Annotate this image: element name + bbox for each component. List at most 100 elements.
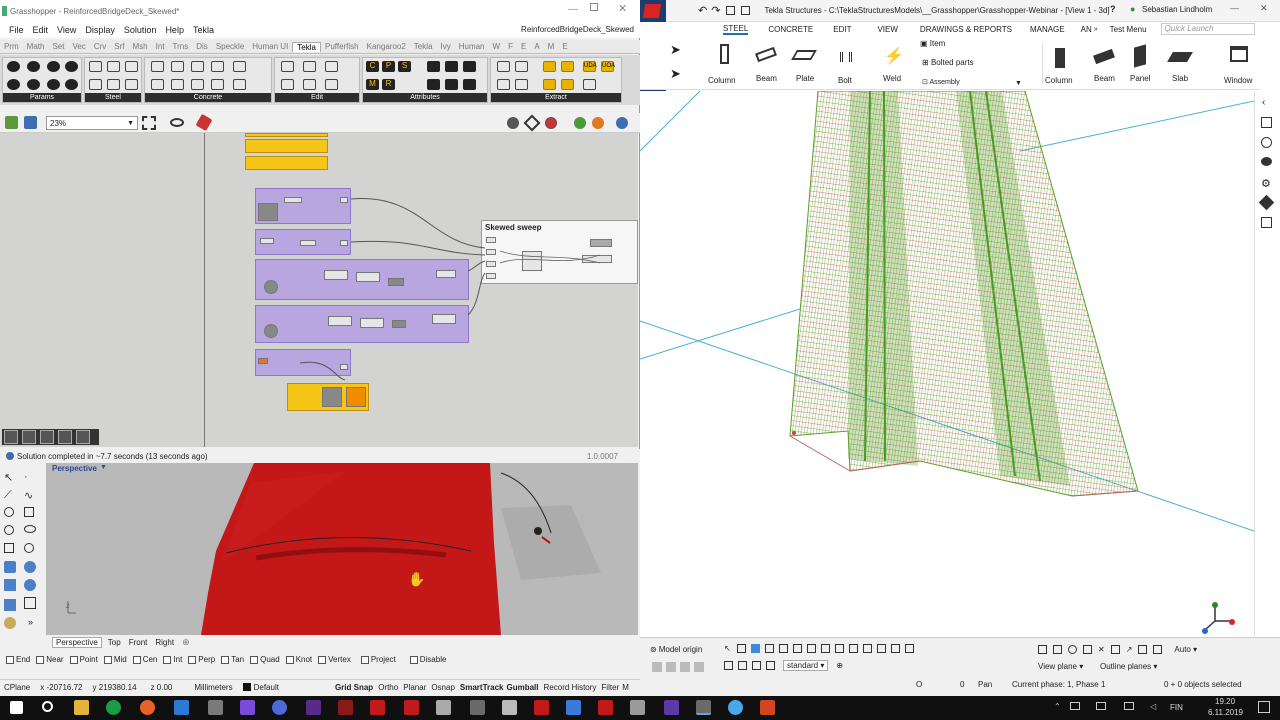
tab-human-ui[interactable]: Human UI xyxy=(248,42,292,51)
help-icon[interactable]: ? xyxy=(1110,4,1116,14)
gear-icon[interactable] xyxy=(561,61,574,72)
zoom-dropdown[interactable]: 23% ▼ xyxy=(46,116,138,130)
toggle-record-history[interactable]: Record History xyxy=(544,683,597,692)
select-switch-icon[interactable] xyxy=(890,643,900,653)
view-tab-top[interactable]: Top xyxy=(108,638,121,647)
solid-sphere-icon[interactable] xyxy=(24,561,36,573)
view-plane-dropdown[interactable]: View plane ▾ xyxy=(1038,662,1083,671)
transform-icon[interactable] xyxy=(4,599,16,611)
select-switch-icon[interactable] xyxy=(764,643,774,653)
concrete-part-icon[interactable] xyxy=(211,79,224,90)
select-switch-icon[interactable] xyxy=(848,643,858,653)
view-tab-front[interactable]: Front xyxy=(129,638,148,647)
snap-switch-icon[interactable] xyxy=(766,660,775,670)
concrete-part-icon[interactable] xyxy=(171,61,184,72)
extract-tool-icon[interactable] xyxy=(543,61,556,72)
cplane-label[interactable]: CPlane xyxy=(4,683,30,692)
grid-icon[interactable] xyxy=(325,79,338,90)
globe-icon[interactable] xyxy=(1261,137,1272,148)
tab-ivy[interactable]: Ivy xyxy=(436,42,454,51)
tab-drawings-reports[interactable]: DRAWINGS & REPORTS xyxy=(920,25,1012,34)
app-icon[interactable] xyxy=(534,700,549,715)
preview-color-icon[interactable] xyxy=(592,117,604,129)
attr-hash-icon[interactable] xyxy=(445,79,458,90)
snap-int[interactable]: Int xyxy=(163,655,182,664)
display-mode-icon[interactable] xyxy=(545,117,557,129)
menu-edit[interactable]: Edit xyxy=(33,25,49,35)
param-icon[interactable] xyxy=(7,79,20,90)
snap-switch-icon[interactable] xyxy=(752,660,761,670)
close-button[interactable]: ✕ xyxy=(1260,3,1268,14)
widget-icon[interactable] xyxy=(58,430,72,444)
steel-beam-icon[interactable] xyxy=(125,61,138,72)
more-tools-icon[interactable]: » xyxy=(28,617,33,627)
snap-vertex[interactable]: Vertex xyxy=(318,655,351,664)
app-icon[interactable] xyxy=(728,700,743,715)
snap-depth-dropdown[interactable]: standard ▾ xyxy=(783,659,829,671)
attr-m-icon[interactable]: M xyxy=(366,79,379,90)
snap-near[interactable]: Near xyxy=(36,655,64,664)
select-switch-icon[interactable] xyxy=(806,643,816,653)
steel-beam-icon[interactable] xyxy=(89,79,102,90)
steel-beam-icon[interactable] xyxy=(125,79,138,90)
windows-start-icon[interactable] xyxy=(10,701,23,714)
properties-icon[interactable] xyxy=(1261,117,1272,128)
tab-set[interactable]: Set xyxy=(48,42,68,51)
bolted-parts-button[interactable]: ⊞ Bolted parts xyxy=(922,58,974,67)
app-icon[interactable] xyxy=(208,700,223,715)
concrete-part-icon[interactable] xyxy=(151,79,164,90)
select-switch-icon[interactable] xyxy=(736,643,746,653)
dimension-icon[interactable] xyxy=(24,597,36,609)
view-tab-right[interactable]: Right xyxy=(155,638,174,647)
select-arrow-icon[interactable]: ➤ xyxy=(670,66,681,82)
app-icon[interactable] xyxy=(306,700,321,715)
tab-e-2[interactable]: E xyxy=(558,42,571,51)
attr-icon[interactable] xyxy=(463,61,476,72)
curve-icon[interactable]: ∿ xyxy=(24,489,33,502)
extract-tool-icon[interactable] xyxy=(543,79,556,90)
tekla-taskbar-icon[interactable] xyxy=(338,700,353,715)
view-switch-icon[interactable]: ✕ xyxy=(1098,645,1105,654)
tab-steel[interactable]: STEEL xyxy=(723,24,749,35)
redo-icon[interactable]: ↷ xyxy=(711,4,720,17)
edit-tool-icon[interactable] xyxy=(325,61,338,72)
clock-time[interactable]: 19.20 xyxy=(1215,697,1235,706)
tool-icon[interactable] xyxy=(666,662,676,672)
param-icon[interactable] xyxy=(47,79,60,90)
select-switch-icon[interactable] xyxy=(862,643,872,653)
snap-point[interactable]: Point xyxy=(69,655,98,664)
minimize-button[interactable]: — xyxy=(1230,3,1239,13)
view-switch-icon[interactable] xyxy=(1053,644,1062,654)
snap-cen[interactable]: Cen xyxy=(132,655,157,664)
preview-shaded-icon[interactable] xyxy=(574,117,586,129)
visual-studio-icon[interactable] xyxy=(240,700,255,715)
select-arrow-icon[interactable]: ↖ xyxy=(4,471,13,484)
param-icon[interactable] xyxy=(65,61,78,72)
view-switch-icon[interactable]: ↗ xyxy=(1126,645,1133,654)
attr-r-icon[interactable]: R xyxy=(382,79,395,90)
snap-switch-icon[interactable]: ⊕ xyxy=(836,661,843,670)
app-icon[interactable] xyxy=(502,700,517,715)
concrete-column-button[interactable]: Column xyxy=(1045,42,1075,85)
select-switch-icon[interactable] xyxy=(750,643,760,653)
tray-icon[interactable] xyxy=(1096,702,1106,710)
assembly-button[interactable]: ⊡ Assembly xyxy=(922,78,960,86)
param-icon[interactable] xyxy=(7,61,20,72)
outline-planes-dropdown[interactable]: Outline planes ▾ xyxy=(1100,662,1157,671)
snap-perp[interactable]: Perp xyxy=(188,655,215,664)
steel-beam-icon[interactable] xyxy=(89,61,102,72)
menu-view[interactable]: View xyxy=(57,25,76,35)
visual-studio-icon[interactable] xyxy=(664,700,679,715)
list-icon[interactable] xyxy=(583,79,596,90)
tab-srf[interactable]: Srf xyxy=(110,42,128,51)
tool-icon[interactable] xyxy=(680,662,690,672)
toggle-ortho[interactable]: Ortho xyxy=(378,683,398,692)
tab-kangaroo2[interactable]: Kangaroo2 xyxy=(363,42,410,51)
snap-end[interactable]: End xyxy=(6,655,30,664)
chrome-icon[interactable] xyxy=(106,700,121,715)
snap-quad[interactable]: Quad xyxy=(250,655,280,664)
circle-icon[interactable] xyxy=(4,507,14,517)
concrete-part-icon[interactable] xyxy=(171,79,184,90)
ribbon-dropdown-icon[interactable]: ▼ xyxy=(1015,80,1022,87)
grid-icon[interactable] xyxy=(1261,217,1272,228)
